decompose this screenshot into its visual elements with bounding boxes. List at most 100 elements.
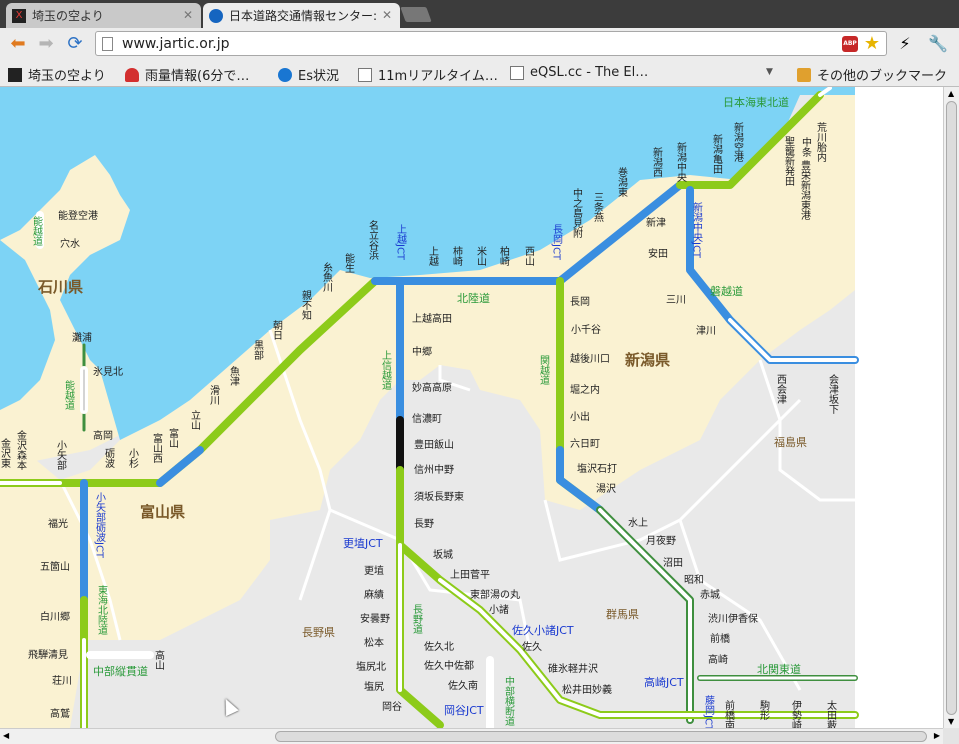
place-label: 昭和 (684, 574, 704, 586)
place-label: 糸魚川 (321, 262, 333, 292)
bookmark-label: その他のブックマーク (817, 69, 948, 84)
scroll-left-arrow-icon[interactable]: ◀ (3, 731, 9, 740)
place-label: 渋川伊香保 (708, 612, 758, 625)
bookmark-label: 11mリアルタイム… (378, 69, 498, 84)
scroll-up-arrow-icon[interactable]: ▲ (948, 89, 954, 98)
url-text: www.jartic.or.jp (122, 36, 230, 52)
place-label: 西山 (523, 246, 535, 266)
horizontal-scrollbar[interactable]: ◀ ▶ (0, 728, 943, 744)
back-button[interactable]: ⬅ (6, 32, 30, 56)
traffic-map[interactable]: 石川県 富山県 新潟県 長野県 群馬県 福島県 日本海東北道 北陸道 磐越道 中… (0, 87, 943, 728)
jct-label: 更埴JCT (343, 536, 383, 550)
place-label: 越後川口 (570, 352, 610, 365)
place-label: 会津坂下 (827, 373, 839, 415)
bookmark-item[interactable]: eQSL.cc - The El… (510, 65, 648, 80)
folder-icon (797, 67, 811, 82)
bookmark-item[interactable]: Es状況 (278, 65, 339, 84)
place-label: 津川 (696, 325, 716, 337)
place-label: 東海北陸道 (96, 584, 108, 635)
place-label: 新潟空港 (732, 121, 744, 162)
jct-label: 高崎JCT (644, 675, 684, 689)
bookmark-label: Es状況 (298, 69, 339, 84)
road-label: 磐越道 (710, 284, 743, 298)
bookmarks-overflow-chevron-icon[interactable]: ▼ (766, 67, 773, 77)
place-label: 高鷲 (50, 707, 70, 720)
place-label: 佐久南 (448, 679, 478, 692)
place-label: 立山 (189, 409, 201, 430)
place-label: 月夜野 (646, 534, 676, 547)
place-label: 名立谷浜 (367, 219, 379, 261)
place-label: 柏崎 (498, 245, 510, 266)
road-label: 北陸道 (457, 291, 490, 305)
place-label: 碓氷軽井沢 (548, 662, 598, 675)
pref-label: 福島県 (774, 435, 807, 449)
bookmark-item[interactable]: 雨量情報(6分で… (125, 65, 249, 84)
place-label: 荒川胎内 (815, 122, 827, 163)
bookmark-item[interactable]: 埼玉の空より (8, 65, 106, 84)
place-label: 高山 (153, 649, 165, 670)
address-bar[interactable]: www.jartic.or.jp ABP ★ (95, 31, 887, 56)
close-icon[interactable]: ✕ (183, 8, 193, 22)
bookmark-label: 埼玉の空より (28, 69, 106, 84)
tab-title: 埼玉の空より (32, 9, 104, 23)
place-label: 福光 (48, 517, 68, 530)
place-label: 中郷 (412, 345, 432, 358)
vertical-scrollbar[interactable]: ▲ ▼ (943, 87, 959, 728)
place-label: 飛騨清見 (28, 648, 68, 661)
place-label: 六日町 (570, 438, 600, 450)
place-label: 塩尻北 (356, 660, 386, 673)
tab-jartic[interactable]: 日本道路交通情報センター: ✕ (203, 3, 400, 28)
place-label: 豊栄新潟東港 (799, 159, 811, 220)
tab-saitama[interactable]: X 埼玉の空より ✕ (6, 3, 201, 28)
new-tab-button[interactable] (400, 7, 432, 22)
place-label: 能生 (343, 252, 355, 273)
bookmark-star-icon[interactable]: ★ (864, 33, 880, 54)
place-label: 堀之内 (570, 383, 600, 396)
place-label: 長岡JCT (551, 224, 563, 261)
place-label: 上越高田 (412, 312, 452, 325)
place-label: 長野道 (411, 604, 423, 634)
place-label: 能越道 (63, 379, 75, 410)
place-label: 信州中野 (414, 463, 454, 476)
place-label: 長野 (414, 518, 434, 530)
bookmark-label: eQSL.cc - The El… (530, 65, 649, 80)
vertical-scroll-thumb[interactable] (946, 101, 957, 715)
scroll-down-arrow-icon[interactable]: ▼ (948, 717, 954, 726)
pref-label: 石川県 (37, 278, 83, 296)
pref-label: 新潟県 (625, 351, 670, 369)
scroll-right-arrow-icon[interactable]: ▶ (934, 731, 940, 740)
place-label: 五箇山 (40, 560, 70, 573)
place-label: 伊勢崎 (790, 700, 802, 728)
bookmark-item[interactable]: 11mリアルタイム… (358, 65, 498, 84)
adblock-icon[interactable]: ABP (842, 36, 858, 52)
x-favicon-icon (8, 67, 22, 82)
place-label: 沼田 (663, 556, 683, 569)
place-label: 新潟亀田 (711, 133, 723, 174)
place-label: 穴水 (60, 237, 80, 250)
place-label: 新潟中央 (675, 141, 687, 183)
place-label: 麻績 (364, 588, 384, 601)
place-label: 安曇野 (360, 612, 390, 625)
place-label: 小出 (570, 410, 590, 423)
reload-button[interactable]: ⟳ (63, 32, 87, 56)
close-icon[interactable]: ✕ (382, 8, 392, 22)
pref-label: 群馬県 (606, 607, 639, 621)
place-label: 湯沢 (596, 482, 616, 495)
wrench-icon[interactable]: 🔧 (926, 32, 950, 56)
place-label: 小杉 (127, 448, 139, 469)
place-label: 新潟西 (651, 146, 663, 177)
lightning-icon[interactable]: ⚡ (893, 32, 917, 56)
place-label: 能登空港 (58, 209, 98, 222)
place-label: 朝日 (271, 320, 283, 340)
place-label: 中条 (800, 136, 812, 157)
place-label: 中部横断道 (503, 675, 515, 726)
place-label: 駒形 (758, 700, 770, 721)
other-bookmarks[interactable]: その他のブックマーク (797, 65, 947, 84)
place-label: 信濃町 (412, 412, 442, 425)
place-label: 太田藪塚 (825, 699, 837, 728)
horizontal-scroll-thumb[interactable] (275, 731, 927, 742)
place-label: 高岡 (93, 429, 113, 442)
place-label: 新潟中央JCT (691, 201, 703, 259)
x-favicon-icon: X (12, 8, 26, 23)
forward-button[interactable]: ➡ (34, 32, 58, 56)
